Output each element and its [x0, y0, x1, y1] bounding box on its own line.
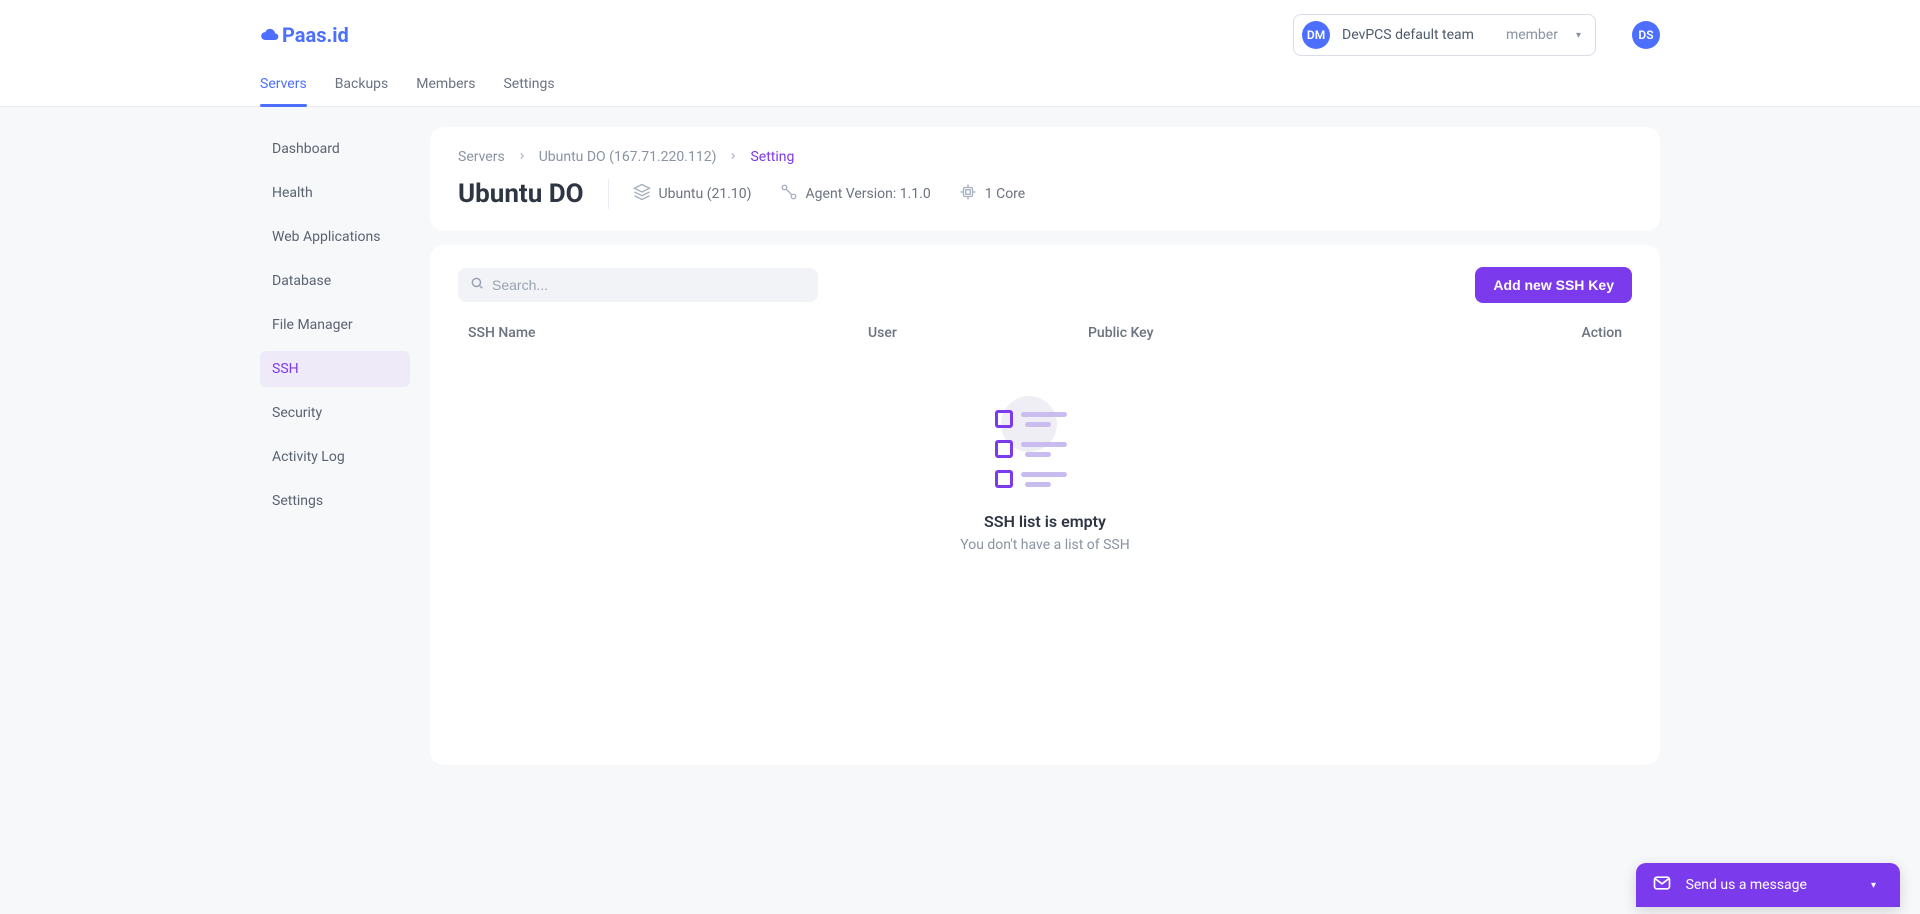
table-header: SSH Name User Public Key Action [458, 317, 1632, 350]
sidebar-item-label: Activity Log [272, 449, 345, 465]
ssh-list-card: Add new SSH Key SSH Name User Public Key… [430, 245, 1660, 765]
meta-cores: 1 Core [959, 183, 1025, 205]
cloud-icon [260, 25, 280, 45]
topnav-backups[interactable]: Backups [335, 66, 389, 106]
col-user: User [868, 325, 1088, 341]
sidebar-item-web-applications[interactable]: Web Applications [260, 219, 410, 255]
meta-agent-label: Agent Version: 1.1.0 [806, 186, 931, 202]
sidebar: Dashboard Health Web Applications Databa… [260, 127, 410, 765]
col-action: Action [1542, 325, 1622, 341]
meta-os-label: Ubuntu (21.10) [659, 186, 752, 202]
team-name: DevPCS default team [1342, 27, 1474, 43]
topnav-settings[interactable]: Settings [503, 66, 554, 106]
sidebar-item-label: Health [272, 185, 313, 201]
sidebar-item-label: SSH [272, 361, 299, 377]
chat-widget[interactable]: Send us a message ▾ [1636, 863, 1900, 907]
sidebar-item-file-manager[interactable]: File Manager [260, 307, 410, 343]
sidebar-item-dashboard[interactable]: Dashboard [260, 131, 410, 167]
sidebar-item-ssh[interactable]: SSH [260, 351, 410, 387]
sidebar-item-label: Database [272, 273, 331, 289]
topbar: Paas.id DM DevPCS default team member ▾ … [0, 0, 1920, 107]
sidebar-item-label: File Manager [272, 317, 353, 333]
breadcrumb: Servers Ubuntu DO (167.71.220.112) Setti… [458, 149, 1632, 165]
team-role: member [1506, 27, 1558, 43]
server-header-card: Servers Ubuntu DO (167.71.220.112) Setti… [430, 127, 1660, 231]
col-public-key: Public Key [1088, 325, 1542, 341]
empty-state: SSH list is empty You don't have a list … [458, 350, 1632, 633]
sidebar-item-health[interactable]: Health [260, 175, 410, 211]
empty-title: SSH list is empty [458, 512, 1632, 531]
topnav-label: Backups [335, 76, 389, 92]
user-avatar[interactable]: DS [1632, 21, 1660, 49]
topnav-members[interactable]: Members [416, 66, 475, 106]
layers-icon [633, 183, 651, 205]
chevron-right-icon [517, 149, 527, 165]
logo-text: Paas.id [282, 23, 349, 47]
breadcrumb-servers[interactable]: Servers [458, 149, 505, 165]
sidebar-item-label: Dashboard [272, 141, 340, 157]
sidebar-item-security[interactable]: Security [260, 395, 410, 431]
chevron-right-icon [728, 149, 738, 165]
empty-subtitle: You don't have a list of SSH [458, 537, 1632, 553]
meta-os: Ubuntu (21.10) [633, 183, 752, 205]
search-box[interactable] [458, 268, 818, 302]
add-ssh-key-label: Add new SSH Key [1493, 277, 1614, 293]
empty-list-icon [995, 410, 1095, 488]
breadcrumb-server[interactable]: Ubuntu DO (167.71.220.112) [539, 149, 717, 165]
team-avatar: DM [1302, 21, 1330, 49]
topnav-label: Servers [260, 76, 307, 92]
chat-label: Send us a message [1686, 877, 1807, 893]
search-icon [470, 276, 484, 294]
cpu-icon [959, 183, 977, 205]
page-title: Ubuntu DO [458, 179, 609, 209]
sidebar-item-label: Settings [272, 493, 323, 509]
topnav-label: Members [416, 76, 475, 92]
sidebar-item-label: Web Applications [272, 229, 381, 245]
sidebar-item-activity-log[interactable]: Activity Log [260, 439, 410, 475]
topnav-label: Settings [503, 76, 554, 92]
meta-cores-label: 1 Core [985, 186, 1025, 202]
topnav: Servers Backups Members Settings [260, 66, 1660, 106]
sidebar-item-label: Security [272, 405, 322, 421]
sidebar-item-database[interactable]: Database [260, 263, 410, 299]
mail-icon [1652, 873, 1672, 897]
logo[interactable]: Paas.id [260, 23, 349, 47]
add-ssh-key-button[interactable]: Add new SSH Key [1475, 267, 1632, 303]
search-input[interactable] [492, 277, 806, 293]
nodes-icon [780, 183, 798, 205]
sidebar-item-settings[interactable]: Settings [260, 483, 410, 519]
chevron-down-icon: ▾ [1576, 30, 1581, 41]
col-ssh-name: SSH Name [468, 325, 868, 341]
team-selector[interactable]: DM DevPCS default team member ▾ [1293, 14, 1596, 56]
topnav-servers[interactable]: Servers [260, 66, 307, 106]
breadcrumb-current: Setting [750, 149, 794, 165]
meta-agent: Agent Version: 1.1.0 [780, 183, 931, 205]
chevron-down-icon: ▾ [1871, 880, 1876, 891]
